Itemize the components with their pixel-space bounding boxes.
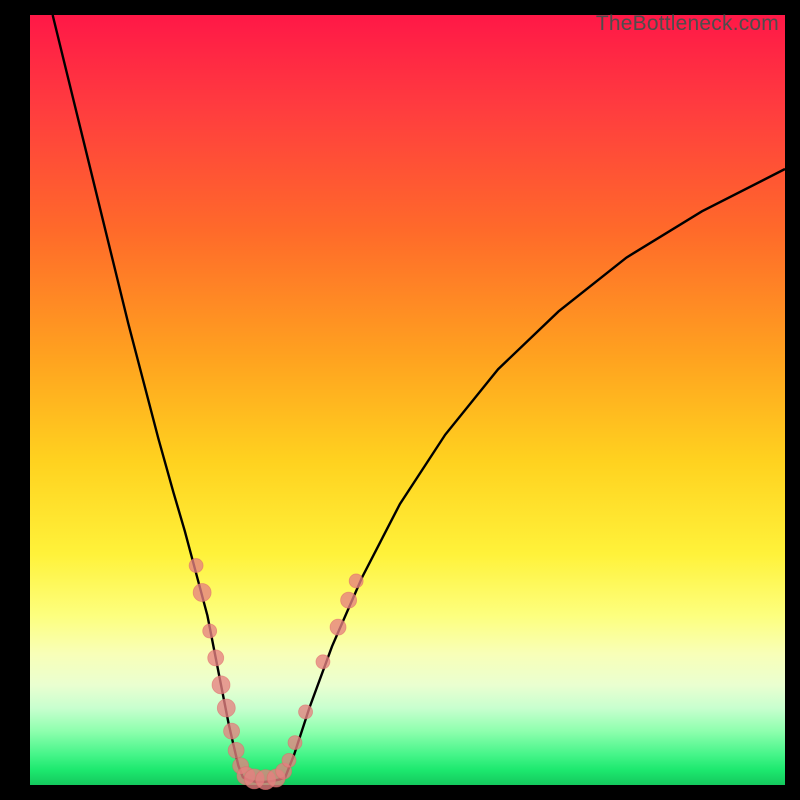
chart-frame: TheBottleneck.com [30, 15, 785, 785]
data-point [193, 584, 211, 602]
bottleneck-curve [53, 15, 785, 782]
dot-group [189, 559, 363, 790]
data-point [282, 753, 296, 767]
data-point [224, 723, 240, 739]
data-point [217, 699, 235, 717]
curve-group [53, 15, 785, 782]
data-point [212, 676, 230, 694]
data-point [203, 624, 217, 638]
data-point [341, 592, 357, 608]
data-point [316, 655, 330, 669]
data-point [299, 705, 313, 719]
data-point [288, 736, 302, 750]
data-point [330, 619, 346, 635]
data-point [189, 559, 203, 573]
data-point [208, 650, 224, 666]
data-point [228, 742, 244, 758]
chart-svg [30, 15, 785, 785]
plot-area: TheBottleneck.com [30, 15, 785, 785]
data-point [349, 574, 363, 588]
